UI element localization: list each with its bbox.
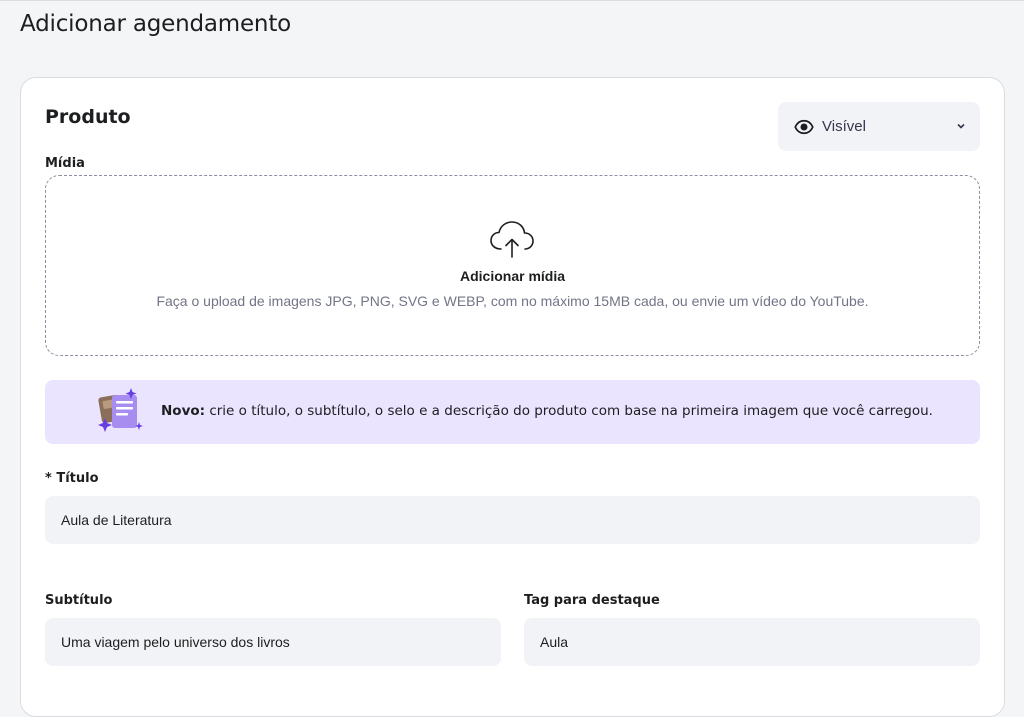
ai-banner-text: Novo: crie o título, o subtítulo, o selo… [161,403,933,419]
tag-label: Tag para destaque [524,593,660,608]
title-label: * Título [45,471,99,486]
title-input[interactable] [45,496,980,544]
page-title: Adicionar agendamento [20,11,292,37]
upload-title: Adicionar mídia [459,268,566,284]
top-divider [0,0,1024,1]
ai-suggestion-banner: Novo: crie o título, o subtítulo, o selo… [45,380,980,444]
subtitle-label: Subtítulo [45,593,113,608]
subtitle-input[interactable] [45,618,501,666]
visibility-value: Visível [822,118,866,135]
card-title: Produto [45,106,131,128]
ai-document-illustration-icon [97,388,145,436]
chevron-down-icon [954,119,968,133]
ai-banner-message: crie o título, o subtítulo, o selo e a d… [205,403,933,419]
media-label: Mídia [45,156,85,171]
product-card: Produto Visível Mídia Adicionar mídia Fa… [20,77,1005,717]
cloud-upload-icon [487,218,537,258]
ai-banner-strong: Novo: [161,403,206,419]
media-dropzone[interactable]: Adicionar mídia Faça o upload de imagens… [45,175,980,356]
eye-icon [794,117,814,137]
tag-input[interactable] [524,618,980,666]
visibility-select[interactable]: Visível [778,102,980,151]
upload-description: Faça o upload de imagens JPG, PNG, SVG e… [156,293,869,309]
